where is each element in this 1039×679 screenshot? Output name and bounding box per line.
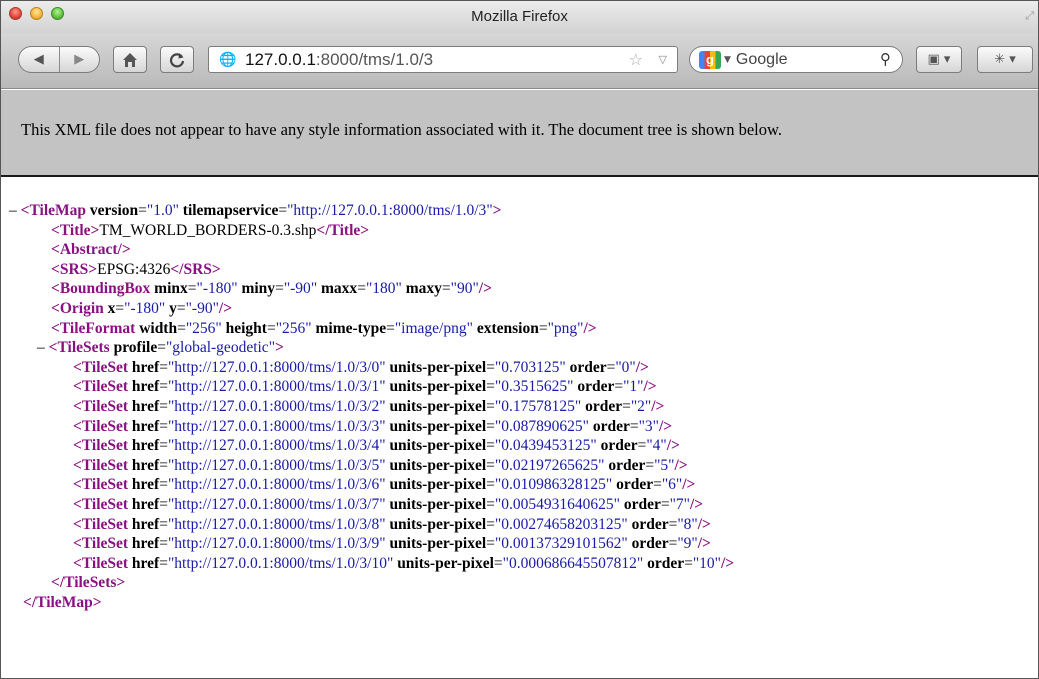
- fullscreen-icon[interactable]: ⤢: [1025, 9, 1034, 23]
- tileformat-line: <TileFormat width="256" height="256" mim…: [51, 319, 597, 337]
- collapse-toggle[interactable]: –: [37, 339, 49, 356]
- tileset-line: <TileSet href="http://127.0.0.1:8000/tms…: [73, 397, 665, 415]
- tileset-line: <TileSet href="http://127.0.0.1:8000/tms…: [73, 476, 696, 494]
- origin-line: <Origin x="-180" y="-90"/>: [51, 299, 233, 317]
- boundingbox-line: <BoundingBox minx="-180" miny="-90" maxx…: [51, 280, 492, 298]
- tileset-line: <TileSet href="http://127.0.0.1:8000/tms…: [73, 515, 711, 533]
- abstract-line: <Abstract/>: [51, 241, 131, 259]
- tilemap-close-line: </TileMap>: [23, 593, 102, 611]
- bookmark-star-icon[interactable]: ☆: [629, 50, 643, 69]
- url-host: 127.0.0.1: [245, 49, 316, 69]
- forward-button[interactable]: ▶: [58, 47, 100, 72]
- back-arrow-icon: ◀: [33, 52, 44, 67]
- url-text[interactable]: 127.0.0.1:8000/tms/1.0/3: [245, 50, 433, 70]
- collapse-toggle[interactable]: –: [9, 202, 21, 219]
- tileset-line: <TileSet href="http://127.0.0.1:8000/tms…: [73, 495, 704, 513]
- title-bar: Mozilla Firefox ⤢: [1, 1, 1038, 33]
- address-bar[interactable]: 🌐 127.0.0.1:8000/tms/1.0/3 ☆ ▽: [208, 46, 678, 73]
- xml-info-text: This XML file does not appear to have an…: [21, 120, 782, 139]
- tilemap-open-line: – <TileMap version="1.0" tilemapservice=…: [9, 202, 502, 219]
- title-line: <Title>TM_WORLD_BORDERS-0.3.shp</Title>: [51, 221, 370, 239]
- back-button[interactable]: ◀: [19, 47, 59, 72]
- home-button[interactable]: [113, 46, 147, 73]
- extension-icon: ▣ ▾: [927, 52, 951, 67]
- window-title: Mozilla Firefox: [471, 8, 568, 25]
- tileset-line: <TileSet href="http://127.0.0.1:8000/tms…: [73, 378, 657, 396]
- tileset-line: <TileSet href="http://127.0.0.1:8000/tms…: [73, 554, 735, 572]
- reload-icon: [169, 52, 185, 67]
- tileset-line: <TileSet href="http://127.0.0.1:8000/tms…: [73, 417, 673, 435]
- tileset-line: <TileSet href="http://127.0.0.1:8000/tms…: [73, 456, 688, 474]
- srs-line: <SRS>EPSG:4326</SRS>: [51, 260, 221, 278]
- site-identity-icon[interactable]: 🌐: [219, 52, 237, 68]
- navigation-toolbar: ◀ ▶ 🌐 127.0.0.1:8000/tms/1.0/3 ☆ ▽ g ▼ G…: [1, 33, 1038, 89]
- home-icon: [123, 52, 137, 67]
- search-icon[interactable]: ⚲: [880, 50, 891, 68]
- tileset-list: <TileSet href="http://127.0.0.1:8000/tms…: [9, 358, 1029, 574]
- tilesets-open-line: – <TileSets profile="global-geodetic">: [37, 339, 284, 357]
- history-dropdown-icon[interactable]: ▽: [659, 53, 667, 66]
- xml-info-banner: This XML file does not appear to have an…: [1, 90, 1038, 177]
- forward-arrow-icon: ▶: [74, 52, 85, 67]
- addon-button[interactable]: ✳ ▾: [977, 46, 1033, 73]
- search-placeholder: Google: [735, 50, 788, 68]
- reload-button[interactable]: [160, 46, 194, 73]
- engine-dropdown-icon[interactable]: ▼: [724, 55, 731, 65]
- tileset-line: <TileSet href="http://127.0.0.1:8000/tms…: [73, 437, 680, 455]
- tileset-line: <TileSet href="http://127.0.0.1:8000/tms…: [73, 358, 649, 376]
- xml-tree: – <TileMap version="1.0" tilemapservice=…: [9, 201, 1029, 612]
- tileset-line: <TileSet href="http://127.0.0.1:8000/tms…: [73, 535, 711, 553]
- search-bar[interactable]: g ▼ Google ⚲: [689, 46, 903, 73]
- search-engine-icon[interactable]: g: [699, 50, 721, 69]
- browser-window: Mozilla Firefox ⤢ ◀ ▶ 🌐 127.0.0.1:8000/t…: [0, 0, 1039, 679]
- addon-icon: ✳ ▾: [994, 52, 1016, 67]
- tilesets-close-line: </TileSets>: [51, 574, 126, 592]
- back-forward-control: ◀ ▶: [18, 46, 100, 73]
- url-path: :8000/tms/1.0/3: [315, 49, 434, 69]
- extension-button[interactable]: ▣ ▾: [916, 46, 962, 73]
